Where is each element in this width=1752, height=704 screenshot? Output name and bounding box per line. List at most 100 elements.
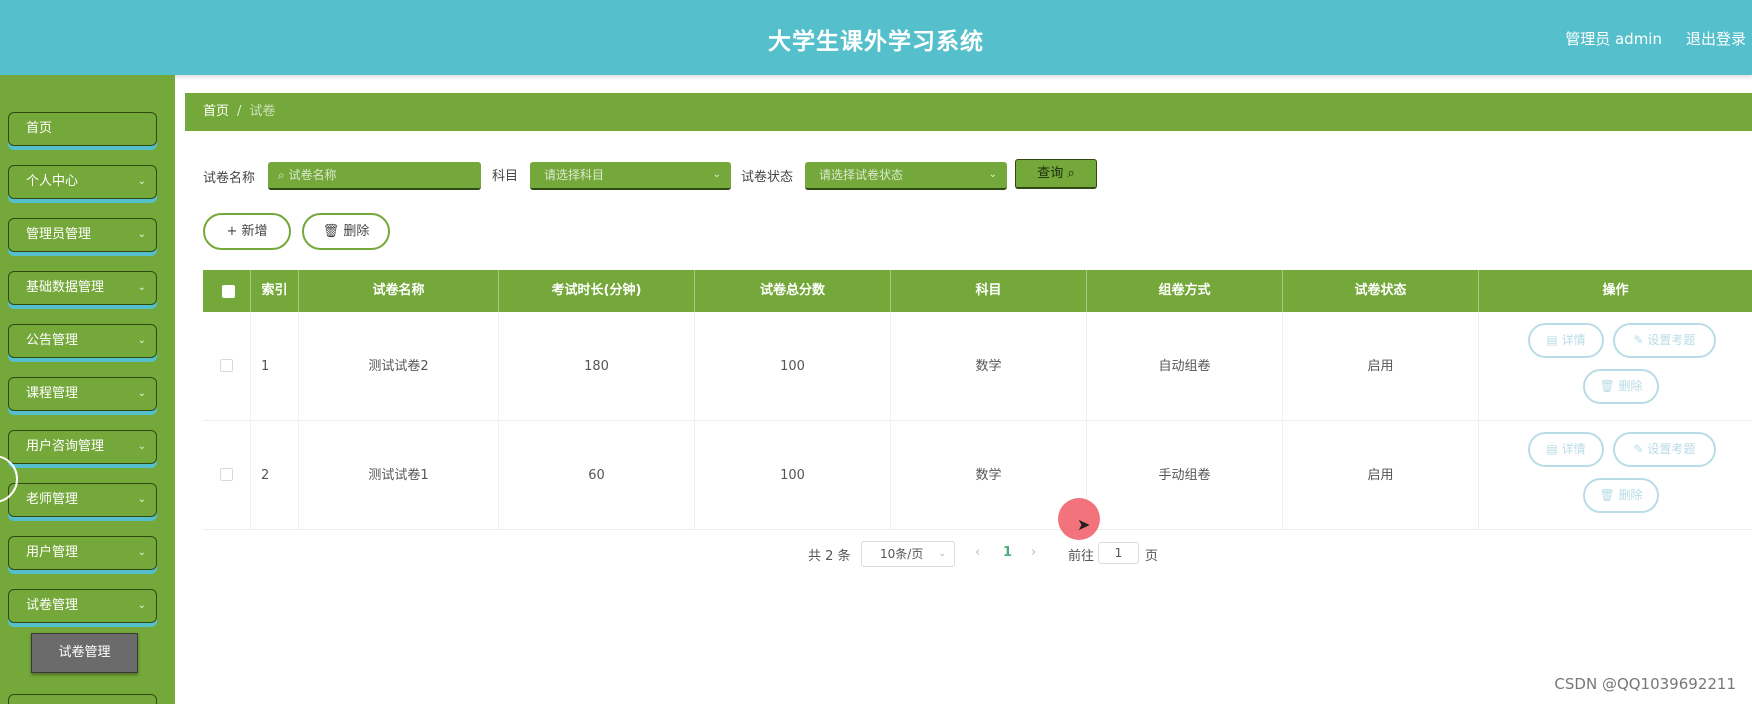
select-all-checkbox[interactable]	[222, 285, 235, 298]
cell-index: 2	[251, 421, 299, 530]
logout-link[interactable]: 退出登录	[1686, 28, 1746, 49]
query-button[interactable]: 查询 ⌕	[1015, 159, 1097, 189]
sidebar-item-user[interactable]: 用户管理 ⌄	[8, 536, 157, 570]
cell-name: 测试试卷2	[299, 312, 499, 421]
page-number[interactable]: 1	[1003, 545, 1012, 560]
row-delete-label: 删除	[1618, 379, 1643, 393]
cell-subject: 数学	[891, 312, 1087, 421]
table-row: 2 测试试卷1 60 100 数学 手动组卷 启用 ▤ 详情 ✎ 设置考题 🗑 …	[203, 421, 1752, 530]
chevron-down-icon: ⌄	[938, 549, 946, 559]
cell-name: 测试试卷1	[299, 421, 499, 530]
set-questions-label: 设置考题	[1647, 333, 1696, 347]
column-header: 考试时长(分钟)	[499, 270, 695, 312]
chevron-down-icon: ⌄	[137, 282, 146, 293]
row-checkbox[interactable]	[220, 468, 233, 481]
sidebar-item-label: 管理员管理	[26, 227, 92, 242]
submenu-item-exam-management[interactable]: 试卷管理	[31, 633, 138, 673]
sidebar-item-course[interactable]: 课程管理 ⌄	[8, 377, 157, 411]
chevron-down-icon: ⌄	[137, 600, 146, 611]
query-label: 查询	[1037, 166, 1064, 181]
trash-icon: 🗑	[1599, 488, 1619, 502]
exam-status-label: 试卷状态	[741, 170, 794, 185]
row-check-cell	[203, 421, 251, 530]
sidebar-item-admin[interactable]: 管理员管理 ⌄	[8, 218, 157, 252]
column-header: 索引	[251, 270, 299, 312]
prev-page-icon[interactable]: ‹	[975, 545, 980, 560]
cell-mode: 手动组卷	[1087, 421, 1283, 530]
select-all-cell	[203, 270, 251, 312]
column-header: 试卷名称	[299, 270, 499, 312]
row-checkbox[interactable]	[220, 359, 233, 372]
sidebar-item-label: 个人中心	[26, 174, 79, 189]
chevron-down-icon: ⌄	[988, 169, 997, 180]
sidebar-item-label: 试卷管理	[26, 598, 79, 613]
chevron-down-icon: ⌄	[137, 494, 146, 505]
chevron-down-icon: ⌄	[137, 229, 146, 240]
detail-button[interactable]: ▤ 详情	[1528, 323, 1604, 358]
sidebar-item-teacher[interactable]: 老师管理 ⌄	[8, 483, 157, 517]
breadcrumb-home[interactable]: 首页	[203, 104, 229, 119]
row-delete-button[interactable]: 🗑 删除	[1583, 478, 1659, 513]
page-suffix: 页	[1145, 549, 1159, 564]
next-page-icon[interactable]: ›	[1031, 545, 1036, 560]
chevron-down-icon: ⌄	[137, 335, 146, 346]
table-header: 索引 试卷名称 考试时长(分钟) 试卷总分数 科目 组卷方式 试卷状态 操作	[203, 270, 1752, 312]
edit-icon: ✎	[1633, 442, 1648, 456]
sidebar-item-next[interactable]	[8, 694, 157, 704]
sidebar-item-label: 老师管理	[26, 492, 79, 507]
current-user-label: 管理员 admin	[1565, 30, 1662, 48]
sidebar-item-exam[interactable]: 试卷管理 ⌄	[8, 589, 157, 623]
row-delete-label: 删除	[1618, 488, 1643, 502]
goto-label: 前往	[1068, 549, 1095, 564]
exam-name-label: 试卷名称	[203, 171, 256, 186]
watermark: CSDN @QQ1039692211	[1554, 675, 1736, 693]
exam-name-placeholder: 试卷名称	[288, 168, 337, 182]
sidebar-item-label: 首页	[26, 121, 53, 136]
column-header: 科目	[891, 270, 1087, 312]
document-icon: ▤	[1546, 442, 1562, 456]
exam-status-select[interactable]: 请选择试卷状态 ⌄	[805, 162, 1007, 190]
set-questions-button[interactable]: ✎ 设置考题	[1613, 323, 1716, 358]
sidebar-item-basic-data[interactable]: 基础数据管理 ⌄	[8, 271, 157, 305]
cell-duration: 60	[499, 421, 695, 530]
cell-status: 启用	[1283, 421, 1479, 530]
sidebar-item-notice[interactable]: 公告管理 ⌄	[8, 324, 157, 358]
page-size-select[interactable]: 10条/页 ⌄	[861, 541, 955, 567]
sidebar-item-label: 用户管理	[26, 545, 79, 560]
app-title: 大学生课外学习系统	[768, 29, 984, 55]
sidebar-item-consult[interactable]: 用户咨询管理 ⌄	[8, 430, 157, 464]
detail-label: 详情	[1561, 333, 1586, 347]
detail-button[interactable]: ▤ 详情	[1528, 432, 1604, 467]
trash-icon: 🗑	[322, 224, 344, 239]
sidebar-item-label: 基础数据管理	[26, 280, 105, 295]
sidebar-item-label: 课程管理	[26, 386, 79, 401]
sidebar-item-home[interactable]: 首页	[8, 112, 157, 146]
batch-delete-button[interactable]: 🗑 删除	[302, 213, 390, 250]
add-label: 新增	[241, 224, 268, 239]
exam-name-input[interactable]: ⌕ 试卷名称	[268, 162, 481, 190]
search-icon: ⌕	[278, 168, 289, 182]
chevron-down-icon: ⌄	[137, 388, 146, 399]
cell-score: 100	[695, 312, 891, 421]
column-header: 试卷总分数	[695, 270, 891, 312]
goto-page-input[interactable]: 1	[1098, 542, 1139, 564]
subject-select[interactable]: 请选择科目 ⌄	[530, 162, 731, 190]
set-questions-label: 设置考题	[1647, 442, 1696, 456]
breadcrumb-current: 试卷	[249, 104, 276, 119]
row-delete-button[interactable]: 🗑 删除	[1583, 369, 1659, 404]
add-button[interactable]: + 新增	[203, 213, 291, 250]
cell-status: 启用	[1283, 312, 1479, 421]
set-questions-button[interactable]: ✎ 设置考题	[1613, 432, 1716, 467]
cell-score: 100	[695, 421, 891, 530]
trash-icon: 🗑	[1599, 379, 1619, 393]
cell-actions: ▤ 详情 ✎ 设置考题 🗑 删除	[1479, 421, 1752, 530]
sidebar-item-label: 公告管理	[26, 333, 79, 348]
detail-label: 详情	[1561, 442, 1586, 456]
subject-label: 科目	[492, 169, 519, 184]
cell-duration: 180	[499, 312, 695, 421]
column-header: 组卷方式	[1087, 270, 1283, 312]
sidebar-item-profile[interactable]: 个人中心 ⌄	[8, 165, 157, 199]
delete-label: 删除	[343, 224, 370, 239]
sidebar-item-label: 用户咨询管理	[26, 439, 105, 454]
subject-placeholder: 请选择科目	[544, 168, 605, 182]
